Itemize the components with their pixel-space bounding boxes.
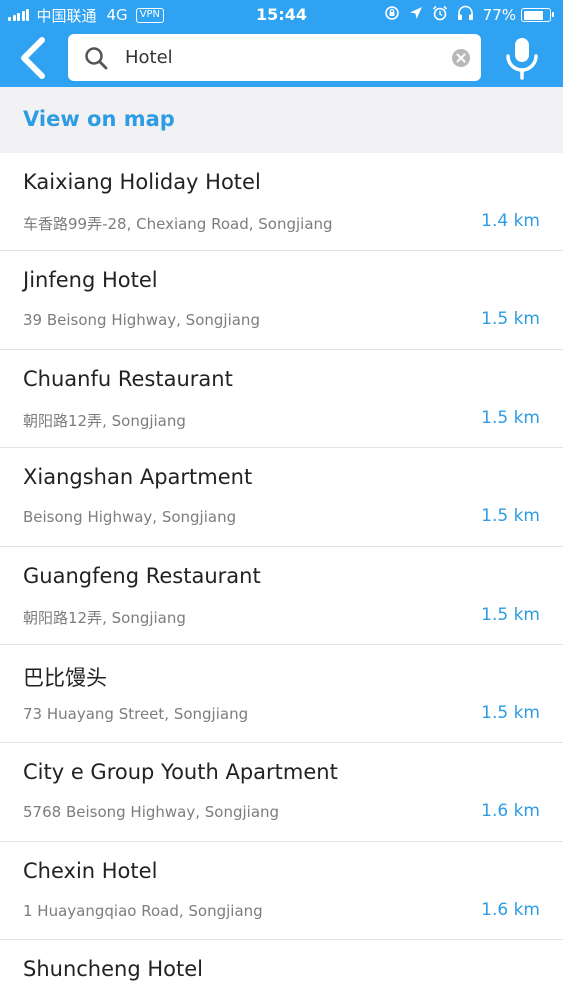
status-right: 77% <box>375 5 554 25</box>
result-address: 车香路99弄-28, Chexiang Road, Songjiang <box>23 215 333 233</box>
result-distance: 1.6 km <box>481 801 540 822</box>
battery-percent: 77% <box>482 6 516 24</box>
result-item[interactable]: 巴比馒头 73 Huayang Street, Songjiang 1.5 km <box>0 645 563 744</box>
search-icon <box>84 46 108 74</box>
result-item[interactable]: Guangfeng Restaurant 朝阳路12弄, Songjiang 1… <box>0 547 563 645</box>
view-on-map-link[interactable]: View on map <box>23 107 175 131</box>
result-distance: 1.5 km <box>481 506 540 527</box>
result-name: Jinfeng Hotel <box>23 268 158 293</box>
view-on-map-row[interactable]: View on map <box>0 87 563 153</box>
screen-rotation-lock-icon <box>384 5 400 25</box>
result-name: City e Group Youth Apartment <box>23 760 338 785</box>
result-name: Shuncheng Hotel <box>23 957 203 982</box>
result-distance: 1.5 km <box>481 309 540 330</box>
microphone-icon <box>506 38 538 80</box>
result-distance: 1.4 km <box>481 211 540 231</box>
result-distance: 1.5 km <box>481 702 540 723</box>
result-name: Chuanfu Restaurant <box>23 366 233 391</box>
result-item[interactable]: City e Group Youth Apartment 5768 Beison… <box>0 743 563 842</box>
result-item[interactable]: Jinfeng Hotel 39 Beisong Highway, Songji… <box>0 251 563 350</box>
result-address: 73 Huayang Street, Songjiang <box>23 704 249 723</box>
result-item[interactable]: Chexin Hotel 1 Huayangqiao Road, Songjia… <box>0 842 563 941</box>
top-bar: 中国联通 4G VPN 15:44 77% <box>0 0 563 87</box>
result-address: 5768 Beisong Highway, Songjiang <box>23 803 280 822</box>
result-address: 朝阳路12弄, Songjiang <box>23 608 186 627</box>
result-address: 1 Huayangqiao Road, Songjiang <box>23 901 263 920</box>
result-item[interactable]: Shuncheng Hotel <box>0 940 563 1000</box>
result-name: Chexin Hotel <box>23 858 158 883</box>
headphones-icon <box>457 5 474 25</box>
voice-search-button[interactable] <box>500 34 544 82</box>
result-distance: 1.5 km <box>481 407 540 428</box>
result-item[interactable]: Kaixiang Holiday Hotel 车香路99弄-28, Chexia… <box>0 153 563 252</box>
result-name: 巴比馒头 <box>23 665 107 690</box>
search-box[interactable] <box>68 34 481 81</box>
location-icon <box>409 6 423 24</box>
status-bar: 中国联通 4G VPN 15:44 77% <box>0 0 563 30</box>
clear-circle-icon[interactable] <box>451 48 471 72</box>
battery-icon <box>521 8 554 22</box>
alarm-icon <box>432 5 448 25</box>
result-address: 39 Beisong Highway, Songjiang <box>23 311 260 330</box>
result-item[interactable]: Chuanfu Restaurant 朝阳路12弄, Songjiang 1.5… <box>0 350 563 449</box>
result-address: Beisong Highway, Songjiang <box>23 508 237 527</box>
search-input[interactable] <box>125 34 425 81</box>
chevron-left-icon <box>21 37 45 79</box>
battery-fill <box>523 10 543 20</box>
result-distance: 1.5 km <box>481 604 540 625</box>
result-distance: 1.6 km <box>481 899 540 920</box>
result-list: Kaixiang Holiday Hotel 车香路99弄-28, Chexia… <box>0 153 563 1000</box>
result-item[interactable]: Xiangshan Apartment Beisong Highway, Son… <box>0 448 563 547</box>
result-name: Guangfeng Restaurant <box>23 563 261 588</box>
result-address: 朝阳路12弄, Songjiang <box>23 411 186 430</box>
result-name: Kaixiang Holiday Hotel <box>23 170 261 194</box>
result-name: Xiangshan Apartment <box>23 465 253 490</box>
back-button[interactable] <box>14 34 54 82</box>
